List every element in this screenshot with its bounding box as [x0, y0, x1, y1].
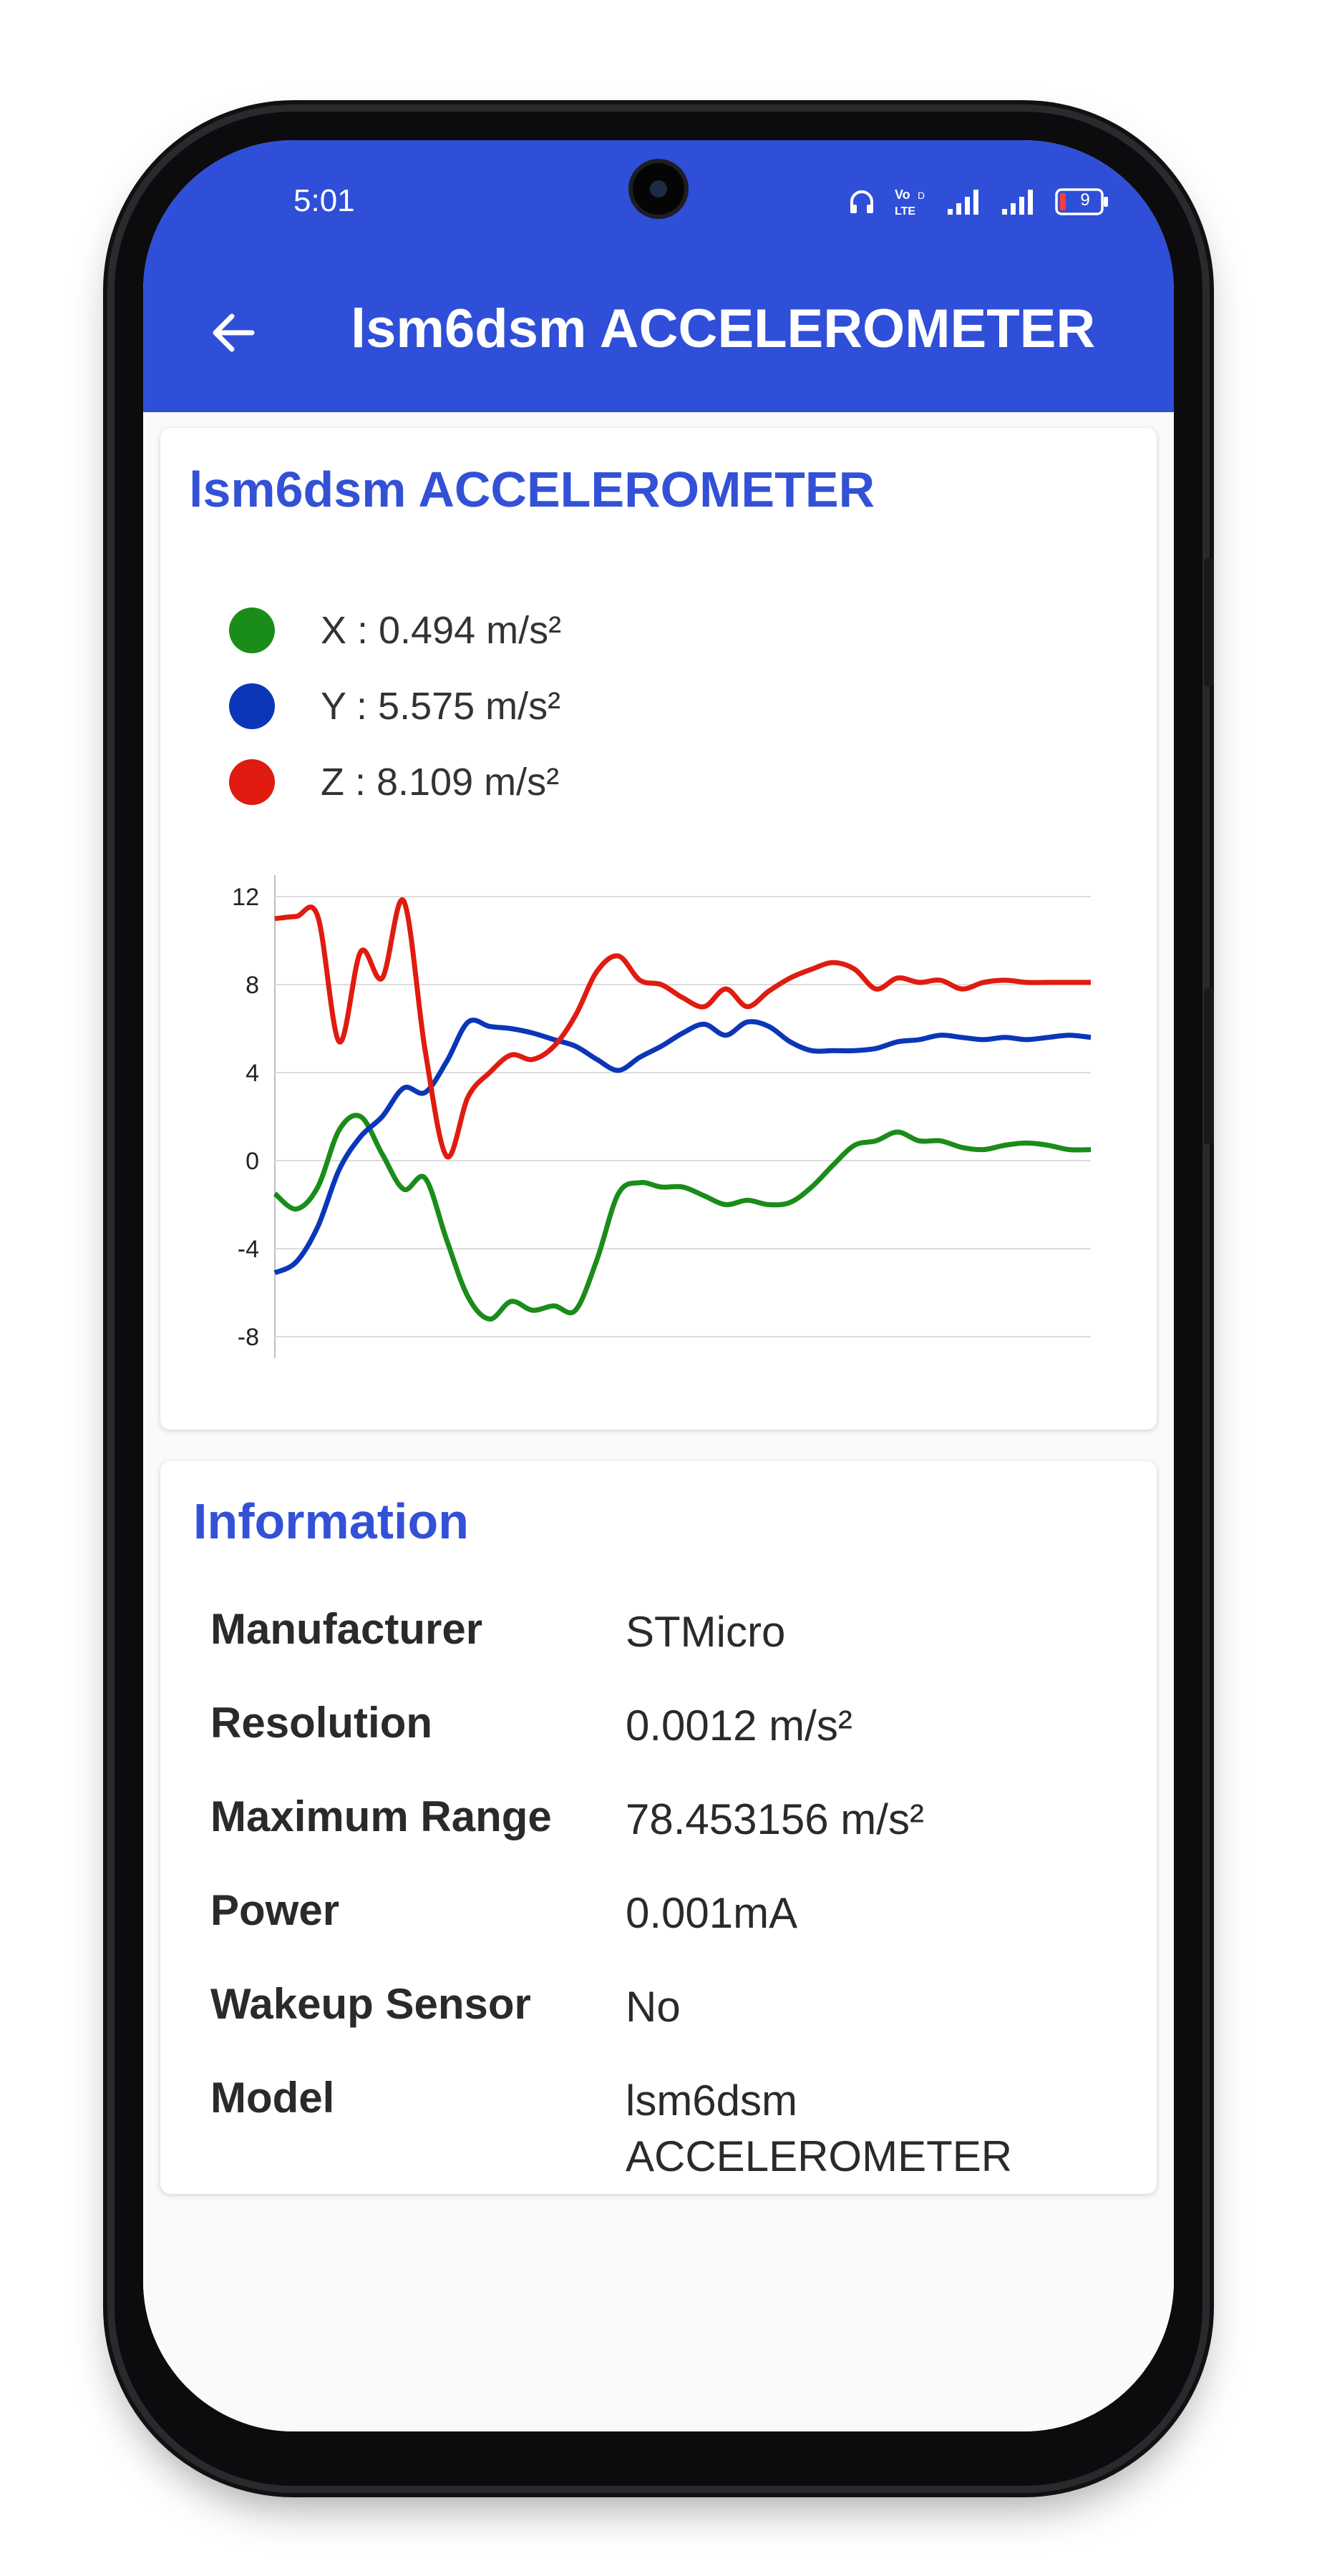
info-row-resolution: Resolution 0.0012 m/s²	[210, 1698, 1141, 1754]
info-row-manufacturer: Manufacturer STMicro	[210, 1604, 1141, 1660]
legend-dot-y	[229, 683, 275, 729]
info-label: Power	[210, 1886, 340, 1934]
legend-item-x: X : 0.494 m/s²	[229, 592, 561, 668]
info-value: STMicro	[626, 1608, 786, 1656]
info-label: Maximum Range	[210, 1792, 552, 1840]
y-tick-label: 4	[246, 1060, 259, 1087]
app-bar-title: lsm6dsm ACCELEROMETER	[351, 298, 1096, 359]
info-label: Resolution	[210, 1699, 432, 1747]
svg-text:Vo: Vo	[895, 187, 910, 202]
signal-icon-sim1	[946, 187, 983, 216]
info-value: lsm6dsm ACCELEROMETER	[626, 2077, 1013, 2180]
battery-icon: 9	[1055, 188, 1109, 215]
y-tick-label: 8	[246, 972, 259, 999]
info-row-maximum-range: Maximum Range 78.453156 m/s²	[210, 1792, 1141, 1848]
status-icons: Vo LTE D 9	[847, 186, 1109, 218]
y-tick-label: -4	[238, 1236, 259, 1263]
accelerometer-chart: 12 8 4 0 -4 -8	[232, 875, 1092, 1358]
info-value: No	[626, 1983, 681, 2031]
status-time: 5:01	[293, 183, 355, 218]
chart-legend: X : 0.494 m/s² Y : 5.575 m/s² Z : 8.109 …	[229, 592, 561, 820]
legend-label-z: Z : 8.109 m/s²	[321, 761, 560, 804]
info-row-model: Model lsm6dsm ACCELEROMETER	[210, 2073, 1141, 2185]
legend-label-x: X : 0.494 m/s²	[321, 609, 562, 652]
legend-dot-x	[229, 608, 275, 653]
content-area[interactable]: lsm6dsm ACCELEROMETER X : 0.494 m/s² Y :…	[143, 412, 1174, 2431]
front-camera	[633, 163, 684, 215]
y-tick-label: 0	[246, 1148, 259, 1175]
info-label: Manufacturer	[210, 1605, 483, 1653]
phone-screen: 5:01 Vo LTE D 9 lsm6dsm ACCELEROMETER ls…	[143, 140, 1174, 2431]
back-button[interactable]	[193, 295, 272, 374]
legend-dot-z	[229, 759, 275, 805]
signal-icon-sim2	[1001, 187, 1038, 216]
y-tick-label: 12	[232, 884, 259, 911]
headset-icon	[847, 187, 876, 216]
info-label: Model	[210, 2074, 335, 2122]
volte-icon: Vo LTE D	[893, 186, 929, 218]
sensor-card-title: lsm6dsm ACCELEROMETER	[189, 462, 875, 517]
info-row-power: Power 0.001mA	[210, 1885, 1141, 1941]
sensor-card: lsm6dsm ACCELEROMETER X : 0.494 m/s² Y :…	[160, 428, 1157, 1430]
info-value: 0.0012 m/s²	[626, 1702, 852, 1750]
battery-level: 9	[1080, 190, 1090, 210]
information-card: Information Manufacturer STMicro Resolut…	[160, 1461, 1157, 2194]
info-label: Wakeup Sensor	[210, 1980, 531, 2028]
arrow-left-icon	[208, 308, 258, 361]
y-tick-label: -8	[238, 1324, 259, 1351]
svg-text:D: D	[918, 190, 925, 201]
power-button	[1204, 987, 1214, 1145]
legend-item-z: Z : 8.109 m/s²	[229, 744, 561, 820]
svg-text:LTE: LTE	[895, 205, 915, 218]
info-value: 78.453156 m/s²	[626, 1795, 924, 1843]
status-bar: 5:01 Vo LTE D 9	[143, 140, 1174, 255]
app-bar: lsm6dsm ACCELEROMETER	[143, 255, 1174, 412]
series-line-z	[274, 897, 1091, 1160]
legend-label-y: Y : 5.575 m/s²	[321, 685, 561, 728]
legend-item-y: Y : 5.575 m/s²	[229, 668, 561, 744]
series-line-x	[273, 1113, 1092, 1322]
volume-button	[1204, 558, 1214, 687]
info-value: 0.001mA	[626, 1889, 798, 1937]
information-title: Information	[193, 1493, 469, 1549]
info-row-wakeup-sensor: Wakeup Sensor No	[210, 1979, 1141, 2035]
